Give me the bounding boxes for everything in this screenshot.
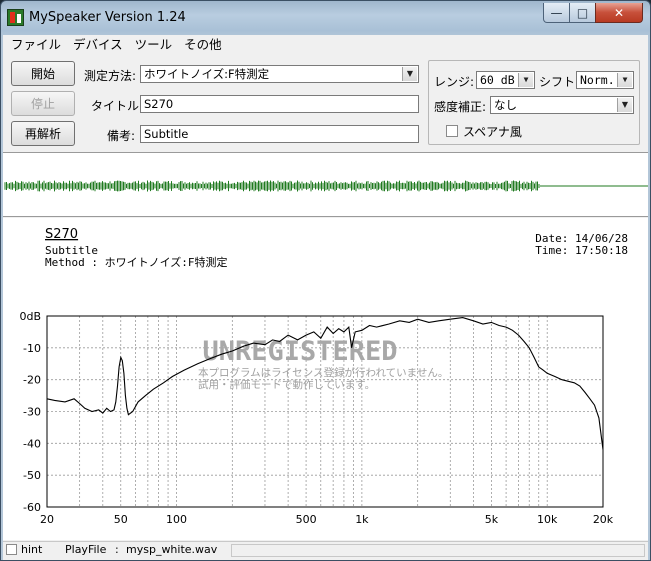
x-tick-label: 50: [114, 513, 128, 526]
minimize-button[interactable]: —: [543, 3, 570, 23]
playfile-label: PlayFile: [65, 543, 107, 556]
chevron-down-icon: ▼: [617, 98, 632, 112]
playfile-sep: :: [115, 543, 119, 556]
graph-title: S270: [45, 227, 78, 242]
status-bar: hint PlayFile : mysp_white.wav: [3, 541, 648, 558]
chevron-down-icon: ▼: [518, 73, 533, 87]
watermark-line-2: 試用・評価モードで動作しています。: [198, 378, 375, 391]
display-options-group: レンジ: 60 dB ▼ シフト: Norm. ▼ 感度補正: なし ▼ スペア…: [428, 60, 640, 145]
waveform-view: [3, 152, 648, 217]
y-tick-label: -40: [23, 437, 41, 450]
spectrum-checkbox[interactable]: [446, 125, 458, 137]
x-tick-label: 500: [296, 513, 317, 526]
shift-label: シフト:: [539, 75, 580, 89]
range-label: レンジ:: [434, 75, 475, 89]
graph-method: Method : ホワイトノイズ:F特測定: [45, 255, 228, 269]
sensitivity-select[interactable]: なし ▼: [490, 96, 634, 114]
frequency-response-graph: S270 Subtitle Method : ホワイトノイズ:F特測定 Date…: [3, 218, 648, 540]
waveform-noise: [4, 180, 540, 192]
client-area: ファイル デバイス ツール その他 開始 停止 再解析 測定方法: ホワイトノイ…: [3, 35, 648, 560]
menu-device[interactable]: デバイス: [67, 35, 129, 54]
spectrum-label: スペアナ風: [463, 125, 522, 139]
hint-label: hint: [21, 543, 43, 556]
window-title: MySpeaker Version 1.24: [29, 10, 186, 25]
x-axis-ticks: 20 50 100 500 1k 5k 10k 20k: [40, 513, 614, 526]
range-select[interactable]: 60 dB ▼: [476, 71, 535, 89]
app-window: MySpeaker Version 1.24 — □ ✕ ファイル デバイス ツ…: [0, 0, 651, 561]
title-label: タイトル:: [91, 99, 144, 113]
x-tick-label: 20k: [593, 513, 614, 526]
menu-file[interactable]: ファイル: [3, 35, 67, 54]
x-tick-label: 1k: [355, 513, 369, 526]
stop-button[interactable]: 停止: [11, 91, 75, 116]
range-value: 60 dB: [480, 73, 515, 87]
note-label: 備考:: [107, 129, 136, 143]
graph-time: Time: 17:50:18: [535, 244, 628, 257]
chevron-down-icon: ▼: [617, 73, 632, 87]
y-tick-label: -30: [23, 406, 41, 419]
title-input[interactable]: S270: [140, 95, 419, 113]
watermark-line-1: 本プログラムはライセンス登録が行われていません。: [198, 366, 448, 379]
title-bar[interactable]: MySpeaker Version 1.24 — □ ✕: [1, 1, 650, 35]
chevron-down-icon: ▼: [402, 67, 417, 81]
reanalyze-button[interactable]: 再解析: [11, 121, 75, 146]
maximize-icon: □: [576, 5, 589, 20]
shift-value: Norm.: [580, 73, 615, 87]
y-tick-label: -50: [23, 469, 41, 482]
x-tick-label: 100: [166, 513, 187, 526]
app-icon: [7, 9, 24, 26]
playfile-value: mysp_white.wav: [126, 543, 218, 556]
method-select[interactable]: ホワイトノイズ:F特測定 ▼: [140, 65, 419, 83]
sensitivity-label: 感度補正:: [434, 100, 487, 114]
x-tick-label: 5k: [485, 513, 499, 526]
method-value: ホワイトノイズ:F特測定: [144, 67, 270, 81]
status-panel: [231, 544, 645, 557]
hint-checkbox[interactable]: [6, 544, 17, 555]
sensitivity-value: なし: [494, 98, 517, 112]
y-axis-ticks: 0dB -10 -20 -30 -40 -50 -60: [19, 310, 41, 514]
y-tick-label: 0dB: [19, 310, 41, 323]
y-tick-label: -60: [23, 501, 41, 514]
waveform-svg: [4, 180, 648, 192]
menu-tools[interactable]: ツール: [129, 35, 179, 54]
control-panel: 開始 停止 再解析 測定方法: ホワイトノイズ:F特測定 ▼ タイトル: S27…: [3, 56, 648, 151]
method-label: 測定方法:: [84, 69, 137, 83]
maximize-button[interactable]: □: [569, 3, 596, 23]
x-tick-label: 10k: [537, 513, 558, 526]
close-icon: ✕: [613, 5, 625, 20]
minimize-icon: —: [550, 5, 563, 20]
shift-select[interactable]: Norm. ▼: [576, 71, 634, 89]
y-tick-label: -10: [23, 342, 41, 355]
x-tick-label: 20: [40, 513, 54, 526]
y-tick-label: -20: [23, 374, 41, 387]
close-button[interactable]: ✕: [595, 3, 643, 23]
note-input[interactable]: Subtitle: [140, 125, 419, 143]
menu-other[interactable]: その他: [178, 35, 228, 54]
menu-bar: ファイル デバイス ツール その他: [3, 35, 648, 54]
chart-svg: S270 Subtitle Method : ホワイトノイズ:F特測定 Date…: [19, 227, 628, 526]
start-button[interactable]: 開始: [11, 61, 75, 86]
